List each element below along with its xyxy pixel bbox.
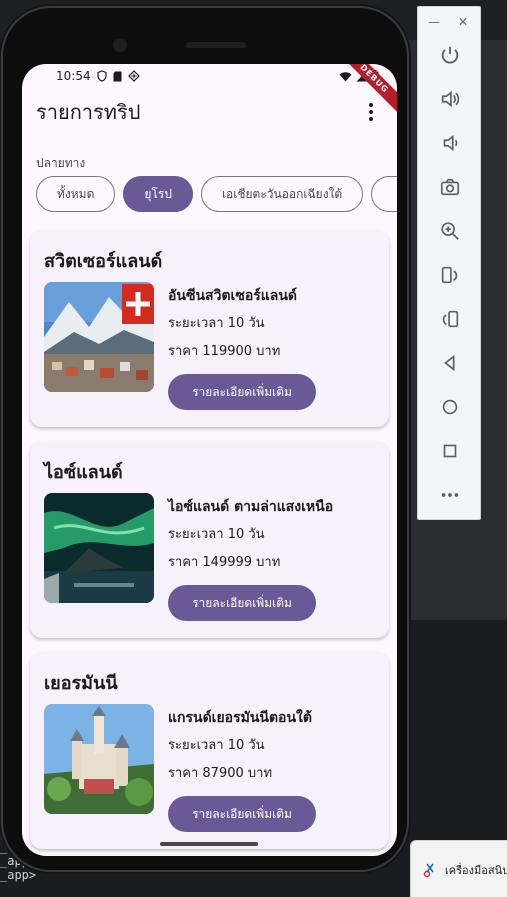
screenshot-button[interactable] (418, 165, 482, 209)
data-sync-icon (127, 70, 140, 82)
trip-card: ไอซ์แลนด์ ไอซ์แลนด์ ตามล่าแสงเหนือ ระยะเ… (30, 441, 389, 638)
rotate-left-button[interactable] (418, 253, 482, 297)
trip-image-germany (44, 704, 154, 814)
overview-button[interactable] (418, 429, 482, 473)
notification-text: เครื่องมือสนิป (445, 864, 507, 877)
rotate-right-icon (442, 310, 459, 328)
volume-up-icon (441, 90, 460, 108)
scissors-icon (423, 862, 437, 878)
volume-down-button[interactable] (418, 121, 482, 165)
trip-duration: ระยะเวลา 10 วัน (168, 316, 265, 331)
emulator-toolbar: — ✕ (417, 6, 481, 520)
home-button[interactable] (418, 385, 482, 429)
trip-price: ราคา 149999 บาท (168, 555, 281, 570)
app-bar: รายการทริป (22, 88, 397, 136)
more-details-button[interactable]: รายละเอียดเพิ่มเติม (168, 585, 316, 621)
more-details-button[interactable]: รายละเอียดเพิ่มเติม (168, 796, 316, 832)
zoom-button[interactable] (418, 209, 482, 253)
power-button[interactable] (418, 33, 482, 77)
volume-down-icon (443, 134, 458, 152)
earpiece (186, 42, 246, 48)
overview-square-icon (443, 444, 457, 458)
phone-frame: DEBUG 10:54 รายการทริป ปลายทาง ทั้งหมด ย… (3, 8, 407, 870)
chip-all[interactable]: ทั้งหมด (36, 176, 116, 212)
volume-up-button[interactable] (418, 77, 482, 121)
trip-price: ราคา 87900 บาท (168, 766, 273, 781)
front-camera-icon (113, 38, 127, 52)
trip-duration: ระยะเวลา 10 วัน (168, 527, 265, 542)
trip-name: แกรนด์เยอรมันนีตอนใต้ (168, 710, 312, 726)
chip-europe[interactable]: ยุโรป (123, 176, 193, 212)
more-vert-icon[interactable] (359, 100, 383, 124)
rotate-left-icon (441, 266, 458, 284)
home-indicator[interactable] (160, 842, 258, 846)
clock: 10:54 (56, 69, 91, 83)
snipping-tool-notification[interactable]: เครื่องมือสนิป (410, 840, 507, 897)
destination-filter-label: ปลายทาง (36, 156, 86, 170)
phone-screen: DEBUG 10:54 รายการทริป ปลายทาง ทั้งหมด ย… (22, 64, 397, 856)
trip-image-switzerland (44, 282, 154, 392)
terminal-line: _app> (0, 868, 37, 882)
trip-price: ราคา 119900 บาท (168, 344, 281, 359)
close-icon[interactable]: ✕ (458, 15, 468, 33)
trip-country: เยอรมันนี (44, 673, 118, 694)
page-title: รายการทริป (36, 100, 141, 124)
trip-list: สวิตเซอร์แลนด์ อันซีนสวิตเซอร์แลนด์ ระยะ… (22, 212, 397, 849)
camera-icon (440, 178, 460, 196)
trip-country: ไอซ์แลนด์ (44, 462, 123, 483)
trip-duration: ระยะเวลา 10 วัน (168, 738, 265, 753)
back-triangle-icon (444, 354, 455, 372)
back-button[interactable] (418, 341, 482, 385)
trip-image-iceland (44, 493, 154, 603)
shield-icon (96, 70, 107, 82)
status-bar: 10:54 (22, 64, 397, 88)
sd-card-icon (113, 71, 122, 81)
power-icon (441, 46, 459, 64)
zoom-in-icon (441, 222, 459, 240)
trip-name: อันซีนสวิตเซอร์แลนด์ (168, 288, 298, 304)
destination-chips: ทั้งหมด ยุโรป เอเชียตะวันออกเฉียงใต้ (22, 176, 397, 212)
minimize-icon[interactable]: — (428, 15, 440, 33)
trip-card: สวิตเซอร์แลนด์ อันซีนสวิตเซอร์แลนด์ ระยะ… (30, 230, 389, 427)
chip-southeast-asia[interactable]: เอเชียตะวันออกเฉียงใต้ (200, 176, 364, 212)
wifi-icon (339, 71, 352, 81)
more-horizontal-icon (441, 493, 459, 497)
more-options-button[interactable] (418, 473, 482, 517)
rotate-right-button[interactable] (418, 297, 482, 341)
home-circle-icon (442, 399, 458, 415)
trip-name: ไอซ์แลนด์ ตามล่าแสงเหนือ (168, 499, 334, 515)
chip-next[interactable] (371, 176, 397, 212)
more-details-button[interactable]: รายละเอียดเพิ่มเติม (168, 374, 316, 410)
trip-card: เยอรมันนี แกรนด์เยอรมันนีตอนใต้ ระยะเวลา… (30, 652, 389, 849)
trip-country: สวิตเซอร์แลนด์ (44, 251, 163, 272)
